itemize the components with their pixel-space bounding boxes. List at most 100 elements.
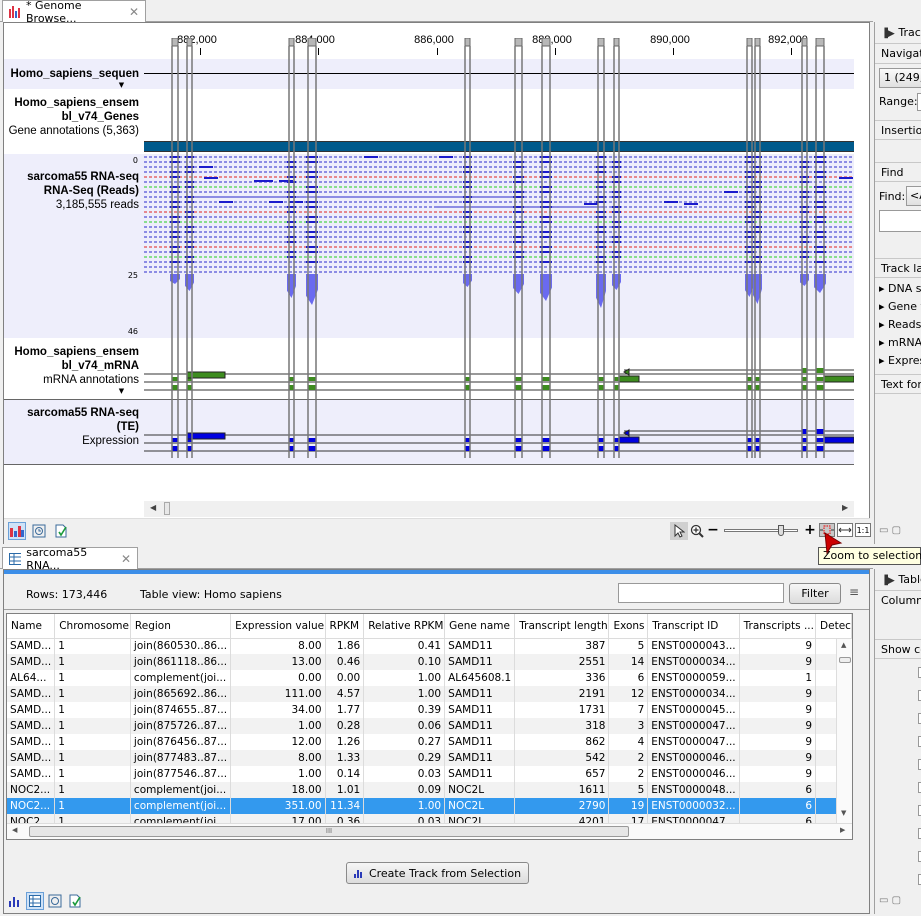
- column-header[interactable]: Transcript length: [514, 614, 610, 639]
- table-row[interactable]: NOC2... 1 complement(joi... 351.00 11.34 1.00…: [7, 798, 852, 814]
- create-track-button[interactable]: Create Track from Selection: [346, 862, 529, 884]
- table-cell: 0.09: [363, 782, 446, 798]
- column-header[interactable]: Name: [7, 614, 56, 639]
- zoom-one-to-one-button[interactable]: 1:1: [855, 523, 871, 537]
- table-cell: SAMD...: [7, 750, 56, 766]
- filter-options-icon[interactable]: ≡: [849, 585, 859, 599]
- table-cell: 4.57: [325, 686, 365, 702]
- table-view-switch-icon[interactable]: [26, 892, 44, 910]
- zoom-slider[interactable]: [724, 525, 798, 537]
- column-header[interactable]: Transcript ID: [647, 614, 740, 639]
- track-layout-item[interactable]: ▸ Gene t: [875, 300, 921, 313]
- exon-marker-handle: [171, 38, 179, 47]
- table-cell: 0.27: [363, 734, 446, 750]
- zoom-slider-thumb[interactable]: [778, 525, 785, 536]
- insertions-section[interactable]: Insertio: [875, 120, 921, 140]
- expand-sequence-icon[interactable]: ▼: [4, 81, 139, 89]
- scroll-left-icon[interactable]: ◀: [12, 826, 17, 834]
- table-cell: SAMD11: [444, 638, 516, 654]
- tab-genome-browser[interactable]: * Genome Browse... ✕: [2, 0, 146, 25]
- mrna-track-label: Homo_sapiens_ensem bl_v74_mRNA mRNA anno…: [14, 346, 139, 386]
- track-layout-item[interactable]: ▸ mRNA: [875, 336, 921, 349]
- close-tab-icon[interactable]: ✕: [121, 552, 131, 566]
- filter-input[interactable]: [618, 583, 784, 603]
- scroll-left-icon[interactable]: ◀: [150, 503, 156, 512]
- genes-track-label: Homo_sapiens_ensem bl_v74_Genes Gene ann…: [8, 97, 139, 137]
- table-row[interactable]: SAMD... 1 join(876456..87... 12.00 1.26 0.27 S…: [7, 734, 852, 750]
- table-row[interactable]: SAMD... 1 join(861118..86... 13.00 0.46 0.10 S…: [7, 654, 852, 670]
- track-layout-item[interactable]: ▸ Reads: [875, 318, 921, 331]
- range-input[interactable]: [917, 93, 921, 111]
- panel-dock-icons[interactable]: ▭ ▢: [879, 895, 901, 906]
- navigation-section[interactable]: Navigat: [875, 44, 921, 64]
- table-cell: 1: [54, 766, 131, 782]
- exon-marker-handle: [514, 38, 523, 47]
- table-cell: 0.06: [363, 718, 446, 734]
- scroll-right-icon[interactable]: ▶: [840, 826, 845, 834]
- zoom-out-button[interactable]: −: [704, 521, 722, 539]
- panel-dock-icons[interactable]: ▭ ▢: [879, 525, 901, 536]
- selection-mode-icon[interactable]: [670, 522, 688, 540]
- table-row[interactable]: SAMD... 1 join(877546..87... 1.00 0.14 0.03 SA…: [7, 766, 852, 782]
- table-row[interactable]: SAMD... 1 join(875726..87... 1.00 0.28 0.06 SA…: [7, 718, 852, 734]
- history-icon[interactable]: [46, 892, 64, 910]
- column-header[interactable]: Detec: [815, 614, 852, 639]
- expand-mrna-icon[interactable]: ▼: [4, 387, 139, 395]
- scroll-thumb[interactable]: [164, 502, 170, 515]
- zoom-in-button[interactable]: +: [801, 521, 819, 539]
- filter-button[interactable]: Filter: [789, 583, 841, 604]
- track-layout-item[interactable]: ▸ DNA se: [875, 282, 921, 295]
- show-columns-section[interactable]: Show co: [875, 639, 921, 659]
- track-layout-section[interactable]: Track la: [875, 258, 921, 278]
- scroll-right-icon[interactable]: ▶: [842, 503, 848, 512]
- vertical-scrollbar[interactable]: ▲ ▼: [836, 639, 852, 823]
- find-input[interactable]: [879, 210, 921, 232]
- table-cell: 1.01: [325, 782, 365, 798]
- collapse-panel-icon[interactable]: ▐▶: [881, 576, 895, 586]
- table-scroll-thumb[interactable]: III: [29, 826, 629, 837]
- horizontal-scrollbar[interactable]: ◀ ▶: [144, 501, 854, 517]
- table-cell: 1731: [514, 702, 610, 718]
- table-cell: ENST0000047...: [647, 734, 740, 750]
- collapse-panel-icon[interactable]: ▐▶: [881, 29, 895, 39]
- track-layout-item[interactable]: ▸ Expres: [875, 354, 921, 367]
- history-icon[interactable]: [30, 522, 48, 540]
- table-row[interactable]: SAMD... 1 join(877483..87... 8.00 1.33 0.29 SA…: [7, 750, 852, 766]
- table-settings-header[interactable]: ▐▶ Table: [875, 569, 921, 591]
- column-header[interactable]: Exons: [608, 614, 649, 639]
- table-cell: 9: [739, 702, 817, 718]
- track-settings-header[interactable]: ▐▶ Track: [875, 22, 921, 44]
- close-tab-icon[interactable]: ✕: [129, 5, 139, 19]
- validation-icon[interactable]: [52, 522, 70, 540]
- table-row[interactable]: SAMD... 1 join(860530..86... 8.00 1.86 0.41 SA…: [7, 638, 852, 654]
- text-format-section[interactable]: Text for: [875, 374, 921, 394]
- table-cell: join(874655..87...: [130, 702, 232, 718]
- column-header[interactable]: Expression value: [230, 614, 326, 639]
- genome-view-toolbar: − + 1:1: [4, 518, 871, 544]
- table-horizontal-scrollbar[interactable]: ◀ III ▶: [7, 823, 852, 839]
- vertical-scroll-thumb[interactable]: [839, 657, 851, 663]
- column-header[interactable]: Transcripts ...: [739, 614, 817, 639]
- find-type-select[interactable]: <A: [906, 186, 921, 206]
- validation-icon[interactable]: [66, 892, 84, 910]
- scroll-down-icon[interactable]: ▼: [841, 809, 846, 817]
- column-header[interactable]: Region: [130, 614, 232, 639]
- find-section[interactable]: Find: [875, 162, 921, 182]
- tab-title: * Genome Browse...: [26, 0, 82, 25]
- table-row[interactable]: SAMD... 1 join(874655..87... 34.00 1.77 0.39 S…: [7, 702, 852, 718]
- genome-view-icon[interactable]: [8, 522, 26, 540]
- column-header[interactable]: Gene name: [444, 614, 516, 639]
- table-cell: 542: [514, 750, 610, 766]
- genome-view-switch-icon[interactable]: [6, 892, 24, 910]
- table-row[interactable]: AL64... 1 complement(joi... 0.00 0.00 1.00 AL6…: [7, 670, 852, 686]
- table-row[interactable]: SAMD... 1 join(865692..86... 111.00 4.57 1.00…: [7, 686, 852, 702]
- column-header[interactable]: Relative RPKM: [363, 614, 446, 639]
- table-cell: AL64...: [7, 670, 56, 686]
- column-header[interactable]: RPKM: [325, 614, 365, 639]
- table-row[interactable]: NOC2... 1 complement(joi... 18.00 1.01 0.09 NO…: [7, 782, 852, 798]
- tab-expression-table[interactable]: sarcoma55 RNA... ✕: [2, 546, 138, 572]
- scroll-up-icon[interactable]: ▲: [841, 641, 846, 649]
- chromosome-select[interactable]: 1 (249,2: [879, 68, 921, 88]
- column-section[interactable]: Column: [875, 591, 921, 611]
- column-header[interactable]: Chromosome: [54, 614, 131, 639]
